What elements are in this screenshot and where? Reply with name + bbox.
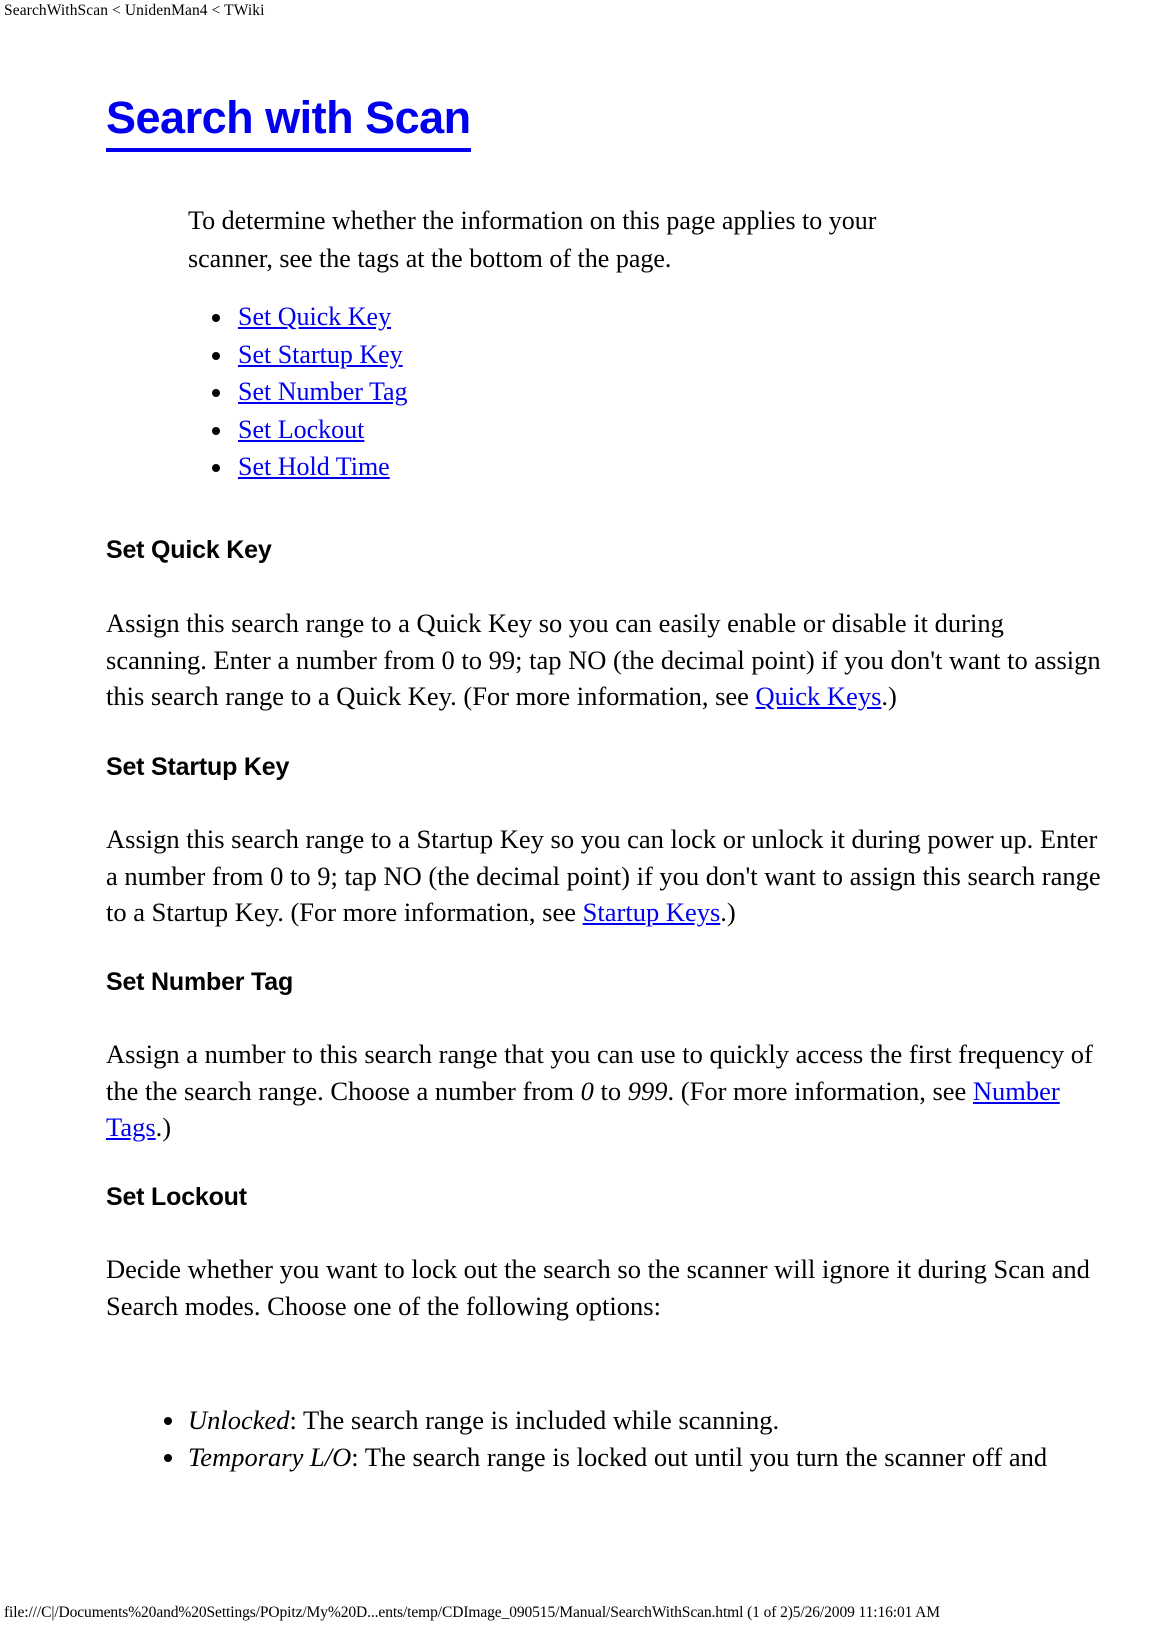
list-item: Set Startup Key [202, 336, 408, 374]
body-text-mid2: . (For more information, see [667, 1075, 973, 1106]
section-body-set-startup-key: Assign this search range to a Startup Ke… [106, 821, 1106, 931]
option-term-temporary-lo: Temporary L/O [188, 1441, 352, 1472]
section-heading-set-quick-key: Set Quick Key [106, 536, 272, 564]
page-title: Search with Scan [106, 92, 471, 152]
document-content: Search with Scan To determine whether th… [106, 92, 1101, 1472]
list-item: Temporary L/O: The search range is locke… [106, 1439, 1096, 1476]
toc-link-set-quick-key[interactable]: Set Quick Key [238, 302, 391, 331]
footer-path: file:///C|/Documents%20and%20Settings/PO… [4, 1604, 940, 1621]
list-item: Set Hold Time [202, 448, 408, 486]
section-heading-set-lockout: Set Lockout [106, 1183, 247, 1211]
italic-max-value: 999 [627, 1075, 668, 1106]
section-body-set-number-tag: Assign a number to this search range tha… [106, 1036, 1106, 1146]
body-text-tail: .) [720, 897, 736, 927]
lockout-options-list: Unlocked: The search range is included w… [106, 1402, 1096, 1475]
list-item: Set Lockout [202, 411, 408, 449]
toc-link-set-lockout[interactable]: Set Lockout [238, 415, 364, 444]
list-item: Set Number Tag [202, 373, 408, 411]
section-heading-set-startup-key: Set Startup Key [106, 753, 290, 781]
section-heading-set-number-tag: Set Number Tag [106, 968, 294, 996]
inline-link-quick-keys[interactable]: Quick Keys [756, 681, 882, 711]
running-head: SearchWithScan < UnidenMan4 < TWiki [4, 2, 265, 19]
toc-link-set-startup-key[interactable]: Set Startup Key [238, 340, 403, 369]
list-item: Unlocked: The search range is included w… [106, 1402, 1096, 1439]
option-desc: : The search range is locked out until y… [351, 1441, 1048, 1472]
toc-link-set-hold-time[interactable]: Set Hold Time [238, 452, 390, 481]
body-text: Assign this search range to a Quick Key … [106, 608, 1101, 711]
inline-link-startup-keys[interactable]: Startup Keys [583, 897, 721, 927]
section-body-set-quick-key: Assign this search range to a Quick Key … [106, 605, 1106, 715]
intro-paragraph: To determine whether the information on … [188, 206, 877, 273]
body-text-tail: .) [881, 681, 897, 711]
body-text-tail: .) [155, 1112, 172, 1142]
list-item: Set Quick Key [202, 298, 408, 336]
table-of-contents: Set Quick Key Set Startup Key Set Number… [202, 298, 408, 486]
toc-link-set-number-tag[interactable]: Set Number Tag [238, 377, 408, 406]
body-text-mid: to [593, 1075, 628, 1106]
option-term-unlocked: Unlocked [188, 1405, 290, 1435]
option-desc: : The search range is included while sca… [289, 1405, 780, 1435]
italic-min-value: 0 [580, 1075, 594, 1106]
section-body-set-lockout: Decide whether you want to lock out the … [106, 1254, 1090, 1321]
